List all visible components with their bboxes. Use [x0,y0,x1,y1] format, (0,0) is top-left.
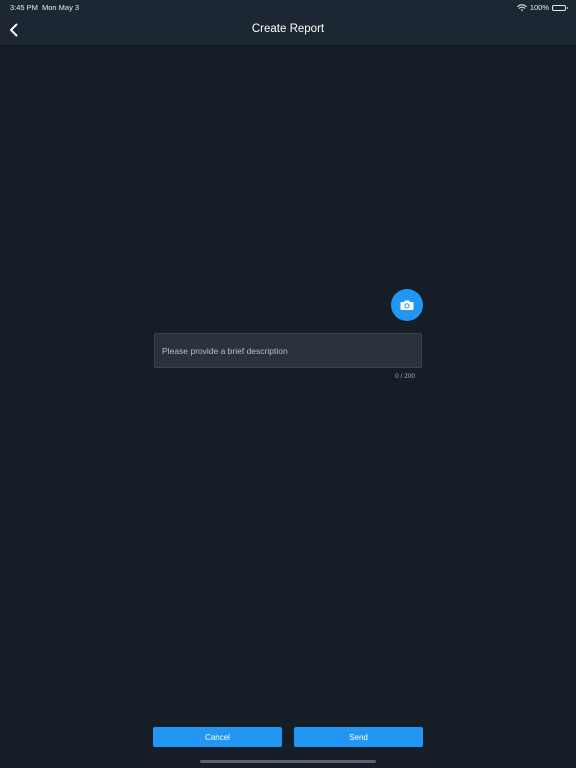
status-date: Mon May 3 [42,3,80,12]
status-time: 3:45 PM [10,3,38,12]
navigation-bar: Create Report [0,14,576,46]
create-report-screen: 3:45 PM Mon May 3 100% Create Report 0 / [0,0,576,768]
camera-button[interactable] [391,289,423,321]
page-title: Create Report [251,23,325,35]
cancel-button[interactable]: Cancel [153,727,282,747]
camera-icon [400,300,414,310]
status-bar: 3:45 PM Mon May 3 100% [0,0,576,14]
status-indicators: 100% [517,3,568,12]
description-input[interactable] [154,333,422,368]
wifi-icon [517,3,527,11]
character-counter: 0 / 200 [395,373,415,380]
battery-icon [552,4,568,11]
send-button[interactable]: Send [294,727,423,747]
home-indicator [200,760,376,763]
battery-percentage: 100% [529,3,549,12]
